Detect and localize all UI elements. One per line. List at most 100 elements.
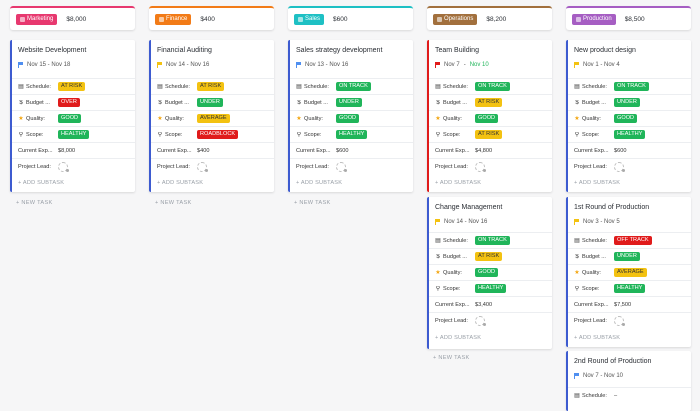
- field-budget[interactable]: $ Budget ... UNDER: [568, 248, 691, 264]
- column-header-sales[interactable]: Sales $600: [288, 6, 413, 30]
- column-header-production[interactable]: Production $8,500: [566, 6, 691, 30]
- field-scope[interactable]: ⚲ Scope: HEALTHY: [429, 280, 552, 296]
- field-quality[interactable]: ★ Quality: AVERAGE: [151, 110, 274, 126]
- scope-status-badge[interactable]: ROADBLOCK: [197, 130, 239, 139]
- add-subtask-button[interactable]: + ADD SUBTASK: [574, 335, 620, 341]
- quality-status-badge[interactable]: AVERAGE: [197, 114, 230, 123]
- column-header-finance[interactable]: Finance $400: [149, 6, 274, 30]
- scope-status-badge[interactable]: HEALTHY: [614, 284, 646, 293]
- schedule-status-badge[interactable]: AT RISK: [58, 82, 86, 91]
- flag-icon[interactable]: [435, 62, 440, 68]
- date-range[interactable]: Nov 3 - Nov 5: [574, 219, 620, 225]
- group-pill-finance[interactable]: Finance: [155, 13, 192, 25]
- budget-status-badge[interactable]: AT RISK: [475, 252, 503, 261]
- task-card[interactable]: Financial Auditing Nov 14 - Nov 16 ▤ Sche…: [149, 40, 274, 192]
- assign-user-icon[interactable]: [197, 161, 208, 172]
- add-subtask-button[interactable]: + ADD SUBTASK: [18, 180, 64, 186]
- field-budget[interactable]: $ Budget ... AT RISK: [429, 94, 552, 110]
- add-subtask-button[interactable]: + ADD SUBTASK: [296, 180, 342, 186]
- field-project-lead[interactable]: Project Lead:: [568, 158, 691, 174]
- field-scope[interactable]: ⚲ Scope: HEALTHY: [568, 126, 691, 142]
- task-title[interactable]: Sales strategy development: [296, 47, 382, 54]
- field-current-expense[interactable]: Current Exp... $3,400: [429, 296, 552, 312]
- quality-status-badge[interactable]: GOOD: [58, 114, 82, 123]
- assign-user-icon[interactable]: [475, 315, 486, 326]
- budget-status-badge[interactable]: UNDER: [614, 98, 640, 107]
- column-header-marketing[interactable]: Marketing $8,000: [10, 6, 135, 30]
- new-task-button[interactable]: + NEW TASK: [433, 355, 470, 361]
- group-pill-sales[interactable]: Sales: [294, 13, 325, 25]
- flag-icon[interactable]: [574, 373, 579, 379]
- assign-user-icon[interactable]: [58, 161, 69, 172]
- field-schedule[interactable]: ▤ Schedule: AT RISK: [151, 78, 274, 94]
- group-pill-operations[interactable]: Operations: [433, 13, 478, 25]
- field-project-lead[interactable]: Project Lead:: [151, 158, 274, 174]
- quality-status-badge[interactable]: GOOD: [336, 114, 360, 123]
- field-current-expense[interactable]: Current Exp... $8,000: [12, 142, 135, 158]
- flag-icon[interactable]: [574, 62, 579, 68]
- scope-status-badge[interactable]: AT RISK: [475, 130, 503, 139]
- field-current-expense[interactable]: Current Exp... $600: [290, 142, 413, 158]
- scope-status-badge[interactable]: HEALTHY: [475, 284, 507, 293]
- date-range[interactable]: Nov 14 - Nov 16: [435, 219, 487, 225]
- task-title[interactable]: Team Building: [435, 47, 479, 54]
- task-card[interactable]: Website Development Nov 15 - Nov 18 ▤ Sch…: [10, 40, 135, 192]
- scope-status-badge[interactable]: HEALTHY: [336, 130, 368, 139]
- scope-status-badge[interactable]: HEALTHY: [58, 130, 90, 139]
- field-scope[interactable]: ⚲ Scope: HEALTHY: [568, 280, 691, 296]
- quality-status-badge[interactable]: AVERAGE: [614, 268, 647, 277]
- column-header-operations[interactable]: Operations $8,200: [427, 6, 552, 30]
- field-budget[interactable]: $ Budget ... AT RISK: [429, 248, 552, 264]
- quality-status-badge[interactable]: GOOD: [475, 114, 499, 123]
- date-range[interactable]: Nov 14 - Nov 16: [157, 62, 209, 68]
- task-title[interactable]: Website Development: [18, 47, 86, 54]
- field-project-lead[interactable]: Project Lead:: [12, 158, 135, 174]
- new-task-button[interactable]: + NEW TASK: [294, 200, 331, 206]
- flag-icon[interactable]: [18, 62, 23, 68]
- field-current-expense[interactable]: Current Exp... $600: [568, 142, 691, 158]
- field-quality[interactable]: ★ Quality: GOOD: [568, 110, 691, 126]
- field-schedule[interactable]: ▤ Schedule: ON TRACK: [429, 78, 552, 94]
- flag-icon[interactable]: [574, 219, 579, 225]
- add-subtask-button[interactable]: + ADD SUBTASK: [435, 180, 481, 186]
- task-title[interactable]: 2nd Round of Production: [574, 358, 651, 365]
- date-range[interactable]: Nov 15 - Nov 18: [18, 62, 70, 68]
- task-card[interactable]: Change Management Nov 14 - Nov 16 ▤ Sched…: [427, 197, 552, 349]
- field-scope[interactable]: ⚲ Scope: HEALTHY: [290, 126, 413, 142]
- field-budget[interactable]: $ Budget ... OVER: [12, 94, 135, 110]
- task-card[interactable]: Sales strategy development Nov 13 - Nov …: [288, 40, 413, 192]
- task-title[interactable]: New product design: [574, 47, 636, 54]
- field-scope[interactable]: ⚲ Scope: ROADBLOCK: [151, 126, 274, 142]
- date-range[interactable]: Nov 13 - Nov 16: [296, 62, 348, 68]
- quality-status-badge[interactable]: GOOD: [614, 114, 638, 123]
- field-scope[interactable]: ⚲ Scope: HEALTHY: [12, 126, 135, 142]
- field-project-lead[interactable]: Project Lead:: [290, 158, 413, 174]
- field-quality[interactable]: ★ Quality: GOOD: [290, 110, 413, 126]
- field-schedule[interactable]: ▤ Schedule: ON TRACK: [429, 232, 552, 248]
- schedule-status-badge[interactable]: ON TRACK: [614, 82, 649, 91]
- task-title[interactable]: 1st Round of Production: [574, 204, 649, 211]
- flag-icon[interactable]: [296, 62, 301, 68]
- budget-status-badge[interactable]: UNDER: [614, 252, 640, 261]
- field-current-expense[interactable]: Current Exp... $400: [151, 142, 274, 158]
- field-quality[interactable]: ★ Quality: GOOD: [429, 264, 552, 280]
- group-pill-marketing[interactable]: Marketing: [16, 13, 58, 25]
- schedule-status-badge[interactable]: ON TRACK: [475, 236, 510, 245]
- budget-status-badge[interactable]: AT RISK: [475, 98, 503, 107]
- field-project-lead[interactable]: Project Lead:: [568, 312, 691, 328]
- field-budget[interactable]: $ Budget ... UNDER: [568, 94, 691, 110]
- field-quality[interactable]: ★ Quality: AVERAGE: [568, 264, 691, 280]
- date-range[interactable]: Nov 1 - Nov 4: [574, 62, 620, 68]
- field-quality[interactable]: ★ Quality: GOOD: [12, 110, 135, 126]
- field-schedule[interactable]: ▤ Schedule: ON TRACK: [290, 78, 413, 94]
- field-project-lead[interactable]: Project Lead:: [429, 158, 552, 174]
- assign-user-icon[interactable]: [614, 161, 625, 172]
- add-subtask-button[interactable]: + ADD SUBTASK: [157, 180, 203, 186]
- field-project-lead[interactable]: Project Lead:: [429, 312, 552, 328]
- date-range[interactable]: Nov 7 - Nov 10: [435, 62, 489, 68]
- add-subtask-button[interactable]: + ADD SUBTASK: [574, 180, 620, 186]
- assign-user-icon[interactable]: [475, 161, 486, 172]
- schedule-status-badge[interactable]: AT RISK: [197, 82, 225, 91]
- group-pill-production[interactable]: Production: [572, 13, 616, 25]
- task-title[interactable]: Financial Auditing: [157, 47, 212, 54]
